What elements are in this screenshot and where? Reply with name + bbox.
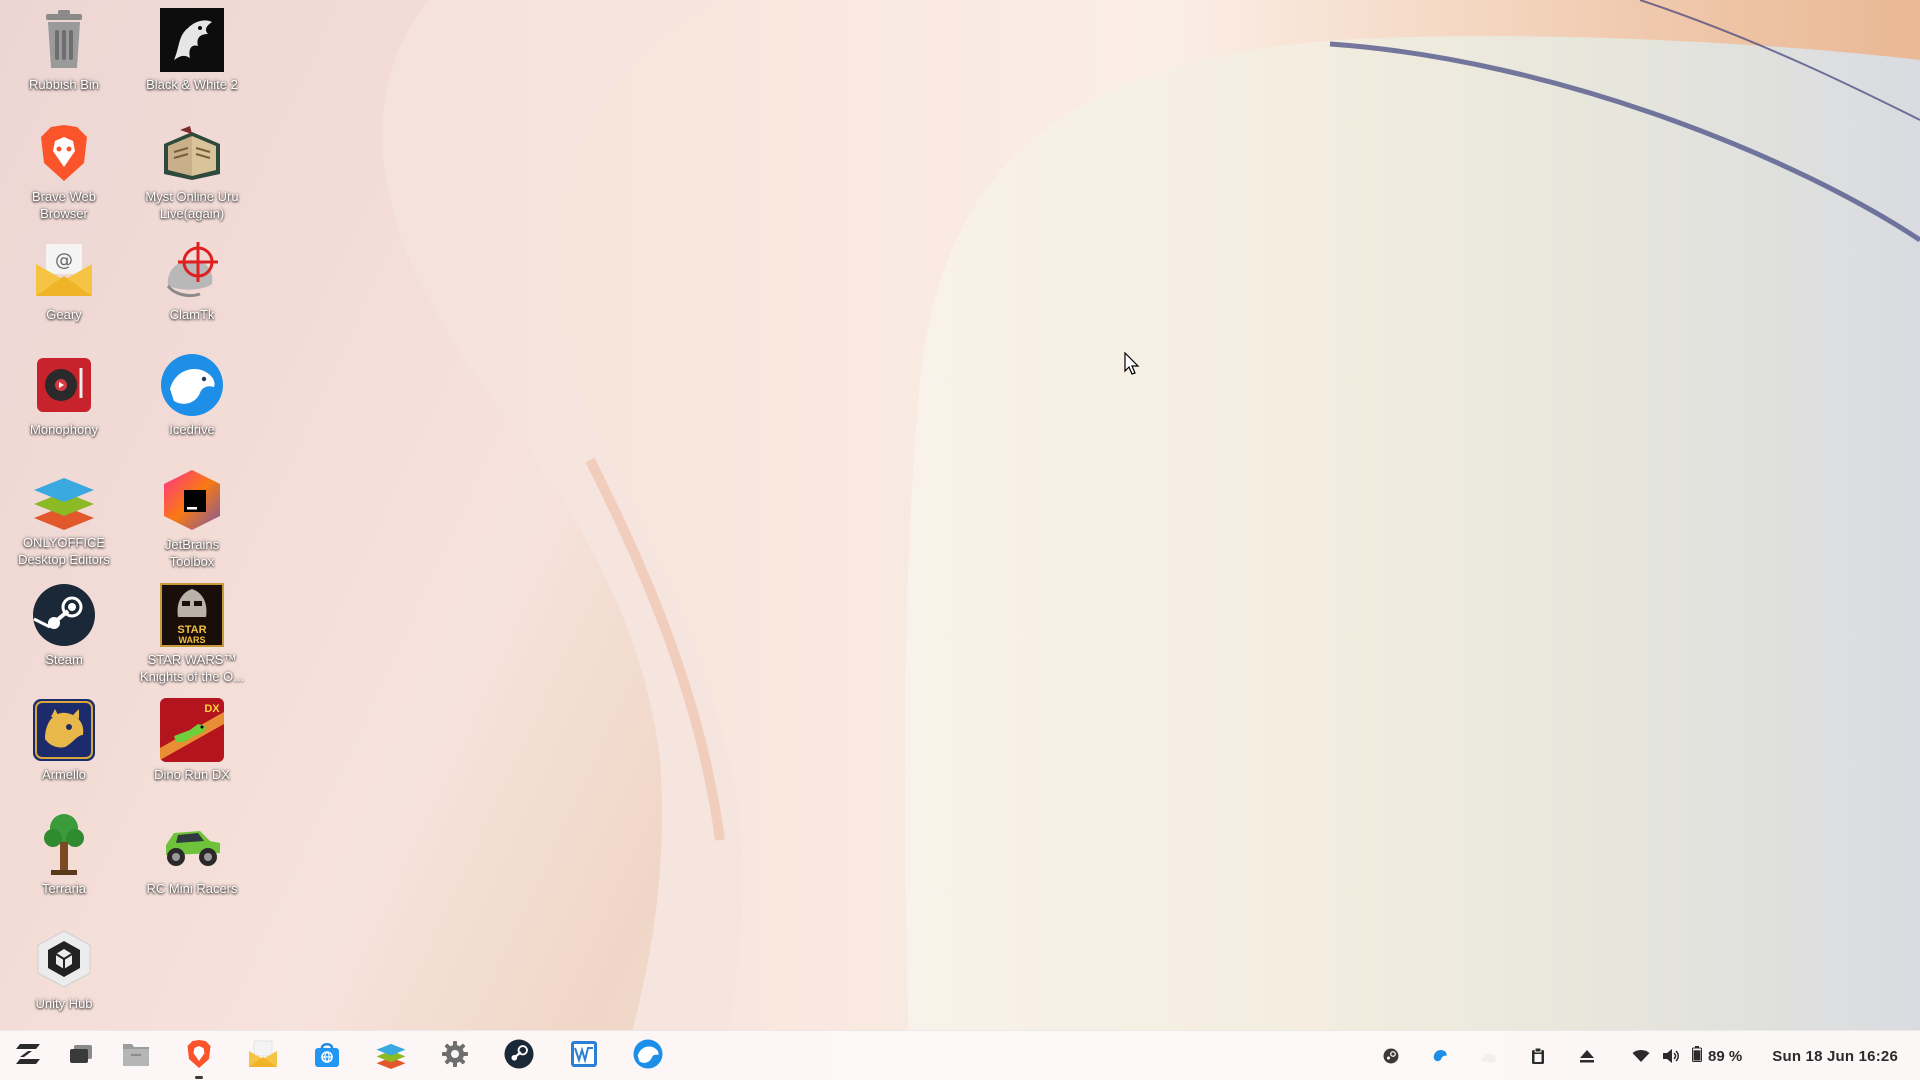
steam-icon (504, 1038, 534, 1074)
taskbar-software-button[interactable] (301, 1031, 353, 1080)
desktop-icon-label: Rubbish Bin (28, 77, 100, 92)
clamtk-icon (160, 238, 224, 302)
desktop-icon-label: Terraria (41, 881, 87, 896)
system-monitor-icon (570, 1040, 598, 1073)
files-icon (122, 1041, 150, 1072)
desktop-icon-brave[interactable]: Brave Web Browser (2, 116, 126, 222)
desktop-icon-onlyoffice[interactable]: ONLYOFFICE Desktop Editors (2, 462, 126, 568)
battery-indicator[interactable]: 89 % (1692, 1045, 1743, 1067)
mouse-cursor-icon (1124, 352, 1140, 375)
steam-icon (32, 583, 96, 647)
desktop-icon-rubbish-bin[interactable]: Rubbish Bin (2, 2, 126, 108)
desktop-icon-label: Myst Online Uru Live(again) (145, 189, 239, 221)
onlyoffice-icon (375, 1039, 407, 1074)
taskbar-files-button[interactable] (110, 1031, 162, 1080)
terraria-icon (32, 812, 96, 876)
taskbar-zorin-menu-button[interactable] (2, 1031, 54, 1080)
desktop-icon-armello[interactable]: Armello (2, 692, 126, 798)
desktop-icon-label: Steam (45, 652, 83, 667)
rc-mini-racers-icon (160, 812, 224, 876)
desktop-icon-label: Geary (46, 307, 82, 322)
desktop-icon-label: JetBrains Toolbox (164, 537, 220, 569)
wallpaper (382, 0, 1920, 1080)
myst-icon (160, 122, 224, 184)
zorin-logo-icon (14, 1042, 42, 1071)
volume-icon[interactable] (1660, 1045, 1682, 1067)
desktop-icon-label: Armello (41, 767, 87, 782)
taskbar-settings-button[interactable] (429, 1031, 481, 1080)
desktop-icon-unity-hub[interactable]: Unity Hub (2, 921, 126, 1027)
jetbrains-toolbox-icon (160, 468, 224, 532)
desktop-icon-black-white-2[interactable]: Black & White 2 (130, 2, 254, 108)
trash-icon (32, 8, 96, 72)
desktop-icon-steam[interactable]: Steam (2, 577, 126, 683)
dino-run-icon: DX (160, 698, 224, 762)
desktop-icon-dino-run[interactable]: DX Dino Run DX (130, 692, 254, 798)
geary-mail-icon: @ (32, 238, 96, 302)
workspaces-icon (69, 1044, 93, 1069)
geary-mail-icon (248, 1040, 278, 1073)
desktop-icon-label: Dino Run DX (154, 767, 230, 782)
onlyoffice-icon (32, 468, 96, 530)
icedrive-tray-icon[interactable] (1429, 1045, 1451, 1067)
clipboard-icon[interactable] (1527, 1045, 1549, 1067)
svg-text:WARS: WARS (179, 635, 206, 645)
desktop-icon-monophony[interactable]: Monophony (2, 347, 126, 453)
software-store-icon (313, 1040, 341, 1073)
taskbar-workspaces-button[interactable] (55, 1031, 107, 1080)
gear-icon (441, 1040, 469, 1073)
desktop-icon-icedrive[interactable]: Icedrive (130, 347, 254, 453)
brave-icon (32, 122, 96, 184)
desktop-icon-myst[interactable]: Myst Online Uru Live(again) (130, 116, 254, 222)
taskbar-onlyoffice-button[interactable] (365, 1031, 417, 1080)
desktop-icon-grid: Rubbish Bin Black & White 2 Brave Web Br… (0, 0, 260, 1020)
taskbar-brave-button[interactable] (173, 1031, 225, 1080)
taskbar-steam-button[interactable] (493, 1031, 545, 1080)
unity-hub-icon (32, 927, 96, 991)
running-indicator (195, 1076, 203, 1079)
desktop-icon-label: ClamTk (169, 307, 215, 322)
cloud-icon[interactable] (1478, 1045, 1500, 1067)
desktop-icon-label: Brave Web Browser (31, 189, 97, 221)
svg-text:@: @ (55, 250, 73, 271)
desktop-icon-label: Unity Hub (35, 996, 93, 1011)
desktop-icon-kotor2[interactable]: STAR WARS STAR WARS™ Knights of the O... (130, 577, 254, 684)
desktop-icon-geary[interactable]: @ Geary (2, 232, 126, 338)
taskbar-icedrive-button[interactable] (622, 1031, 674, 1080)
desktop-icon-label: Monophony (30, 422, 98, 437)
brave-icon (185, 1039, 213, 1074)
monophony-icon (32, 353, 96, 417)
armello-icon (32, 698, 96, 762)
desktop-icon-label: ONLYOFFICE Desktop Editors (18, 535, 110, 567)
desktop-icon-rc-mini-racers[interactable]: RC Mini Racers (130, 806, 254, 912)
desktop-icon-label: RC Mini Racers (146, 881, 238, 896)
taskbar-system-monitor-button[interactable] (558, 1031, 610, 1080)
eject-icon[interactable] (1576, 1045, 1598, 1067)
desktop-icon-clamtk[interactable]: ClamTk (130, 232, 254, 338)
taskbar: 89 % Sun 18 Jun 16:26 (0, 1030, 1920, 1080)
black-white-2-icon (160, 8, 224, 72)
kotor2-icon: STAR WARS (160, 583, 224, 647)
desktop[interactable]: Rubbish Bin Black & White 2 Brave Web Br… (0, 0, 1920, 1080)
desktop-icon-label: Icedrive (169, 422, 215, 437)
svg-text:DX: DX (204, 703, 220, 715)
steam-tray-icon[interactable] (1380, 1045, 1402, 1067)
clock[interactable]: Sun 18 Jun 16:26 (1772, 1048, 1898, 1065)
icedrive-icon (160, 353, 224, 417)
desktop-icon-terraria[interactable]: Terraria (2, 806, 126, 912)
desktop-icon-label: STAR WARS™ Knights of the O... (139, 652, 245, 684)
icedrive-icon (633, 1038, 663, 1074)
desktop-icon-label: Black & White 2 (146, 77, 238, 92)
battery-percent: 89 % (1708, 1047, 1743, 1065)
battery-icon (1692, 1045, 1703, 1067)
wifi-icon[interactable] (1630, 1045, 1652, 1067)
system-tray: 89 % Sun 18 Jun 16:26 (1353, 1031, 1920, 1080)
taskbar-geary-button[interactable] (237, 1031, 289, 1080)
desktop-icon-jetbrains-toolbox[interactable]: JetBrains Toolbox (130, 462, 254, 569)
